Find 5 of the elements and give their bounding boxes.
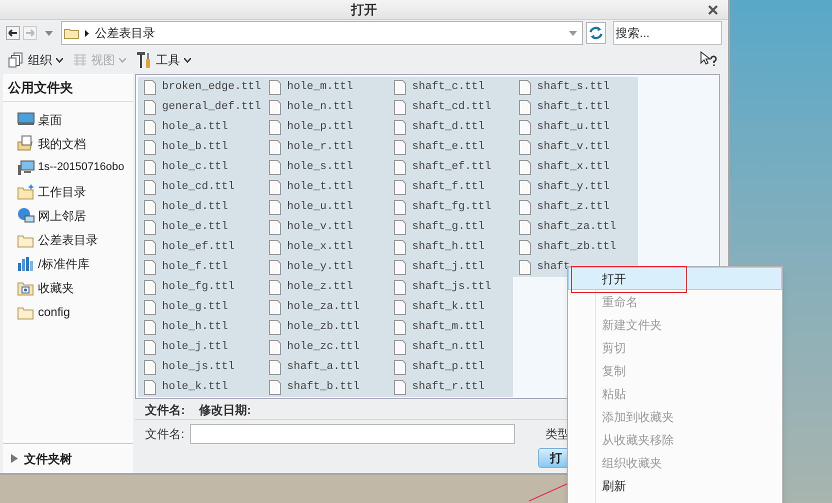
sidebar-header: 公用文件夹 <box>3 74 133 102</box>
window-title: 打开 <box>351 0 377 19</box>
detail-label: 文件名: <box>145 402 185 418</box>
field-label: 文件名: <box>145 426 184 443</box>
detail-label: 修改日期: <box>199 402 251 418</box>
